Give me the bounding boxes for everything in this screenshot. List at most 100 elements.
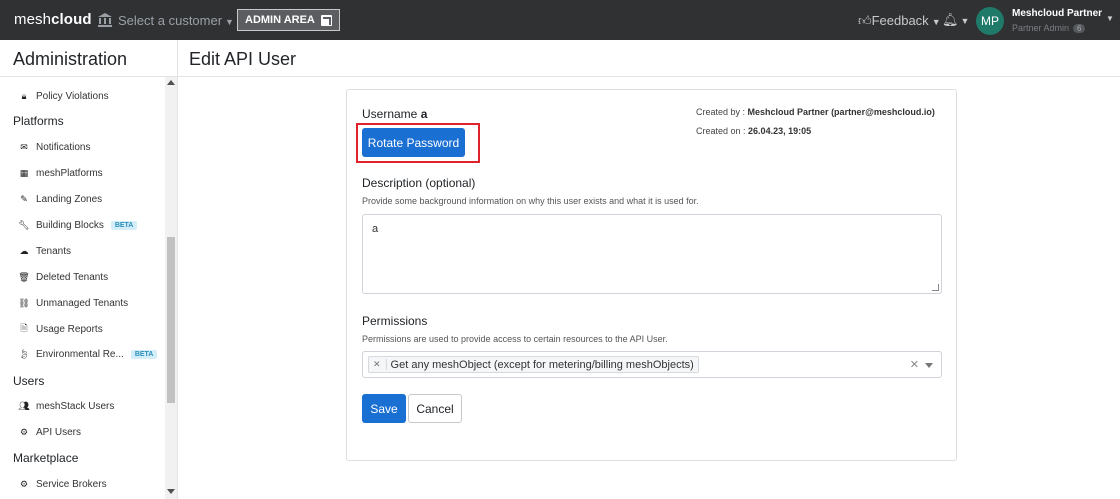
feedback-menu[interactable]: 👍︎Feedback ▼ xyxy=(858,13,941,29)
edit-api-user-card: Username a Created by : Meshcloud Partne… xyxy=(346,89,957,461)
sidebar-item-label: Deleted Tenants xyxy=(36,271,109,283)
sidebar-item-label: Environmental Re... xyxy=(36,348,124,360)
sidebar-item-label: Usage Reports xyxy=(36,323,103,335)
envelope-icon: ✉ xyxy=(20,141,28,152)
clear-icon[interactable]: ✕ xyxy=(910,358,919,371)
created-by: Created by : Meshcloud Partner (partner@… xyxy=(696,107,935,117)
chevron-down-icon: ▼ xyxy=(960,16,970,26)
robot-icon: ⚙ xyxy=(19,426,29,437)
beta-badge: BETA xyxy=(130,349,158,359)
scroll-thumb[interactable] xyxy=(167,237,175,403)
created-on: Created on : 26.04.23, 19:05 xyxy=(696,126,811,136)
grid-icon: ▦ xyxy=(19,167,29,178)
external-link-icon xyxy=(320,14,332,26)
description-value: a xyxy=(372,223,379,235)
resize-handle-icon[interactable] xyxy=(932,284,939,291)
sidebar-item-deleted-tenants[interactable]: 🗑︎ Deleted Tenants xyxy=(18,269,108,285)
chevron-down-icon[interactable]: ▼ xyxy=(1106,14,1114,23)
chevron-down-icon[interactable] xyxy=(925,363,933,368)
created-on-value: 26.04.23, 19:05 xyxy=(748,126,812,136)
chevron-down-icon: ▼ xyxy=(931,17,941,27)
sidebar-item-tenants[interactable]: ☁ Tenants xyxy=(18,243,72,259)
sidebar-item-meshstack-users[interactable]: 👥︎ meshStack Users xyxy=(18,398,114,414)
customer-select-label: Select a customer xyxy=(118,13,223,28)
page-title: Edit API User xyxy=(189,49,297,69)
sidebar-item-building-blocks[interactable]: 🔧︎ Building Blocks BETA xyxy=(18,217,138,233)
chevron-down-icon: ▼ xyxy=(225,17,234,27)
scroll-down-arrow-icon[interactable] xyxy=(167,489,175,494)
sidebar-item-label: Unmanaged Tenants xyxy=(36,297,129,309)
admin-area-label: ADMIN AREA xyxy=(245,14,315,26)
sidebar-scrollbar[interactable] xyxy=(165,77,177,499)
bank-icon xyxy=(98,13,112,27)
bell-icon: 🔔︎ xyxy=(942,12,959,27)
user-name[interactable]: Meshcloud Partner xyxy=(1012,8,1102,19)
sidebar-divider xyxy=(177,40,178,499)
cancel-button[interactable]: Cancel xyxy=(408,394,462,423)
username-field: Username a xyxy=(362,107,427,121)
sidebar-item-environmental-reports[interactable]: 🍃︎ Environmental Re... BETA xyxy=(18,346,158,362)
remove-tag-icon[interactable]: ✕ xyxy=(369,359,387,370)
description-help: Provide some background information on w… xyxy=(362,196,699,206)
sidebar-item-label: Notifications xyxy=(36,141,91,153)
created-on-label: Created on : xyxy=(696,126,746,136)
unlink-icon: ⛓︎ xyxy=(18,297,30,308)
description-label: Description (optional) xyxy=(362,176,476,190)
user-role: Partner Admin 6 xyxy=(1012,23,1086,33)
cogs-icon: ⚙ xyxy=(19,478,29,489)
permissions-select[interactable]: ✕ Get any meshObject (except for metering… xyxy=(362,351,942,378)
sidebar-item-label: API Users xyxy=(36,426,82,438)
sidebar-item-label: Policy Violations xyxy=(36,90,109,102)
sidebar-item-notifications[interactable]: ✉ Notifications xyxy=(18,139,90,155)
lock-icon: 🔒︎ xyxy=(21,90,27,101)
sidebar-item-unmanaged-tenants[interactable]: ⛓︎ Unmanaged Tenants xyxy=(18,295,128,311)
permissions-label: Permissions xyxy=(362,314,428,328)
trash-icon: 🗑︎ xyxy=(18,271,30,282)
rotate-password-button[interactable]: Rotate Password xyxy=(362,128,465,157)
username-value: a xyxy=(420,107,428,121)
sidebar-item-label: Service Brokers xyxy=(36,478,107,490)
sidebar-section-marketplace: Marketplace xyxy=(13,451,79,465)
sidebar-item-label: Tenants xyxy=(36,245,72,257)
beta-badge: BETA xyxy=(110,220,138,230)
sidebar-item-usage-reports[interactable]: 🗎︎ Usage Reports xyxy=(18,321,103,337)
wrench-icon: 🔧︎ xyxy=(18,219,30,230)
user-role-label: Partner Admin xyxy=(1012,23,1070,33)
sidebar-item-label: meshPlatforms xyxy=(36,167,103,179)
permission-tag: ✕ Get any meshObject (except for metering… xyxy=(368,356,699,373)
file-icon: 🗎︎ xyxy=(20,323,28,333)
sidebar-item-service-brokers[interactable]: ⚙ Service Brokers xyxy=(18,476,107,492)
avatar[interactable]: MP xyxy=(976,7,1004,35)
sidebar-item-label: meshStack Users xyxy=(36,400,115,412)
created-by-value: Meshcloud Partner (partner@meshcloud.io) xyxy=(747,107,935,117)
sidebar-item-label: Landing Zones xyxy=(36,193,103,205)
logo-text-light: mesh xyxy=(14,11,52,28)
sidebar: 🔒︎ Policy Violations Platforms ✉ Notificat… xyxy=(0,77,165,499)
thumbs-up-icon: 👍︎ xyxy=(858,13,872,28)
meshcloud-logo[interactable]: meshcloud xyxy=(14,11,92,28)
sidebar-section-users: Users xyxy=(13,374,45,388)
admin-area-button[interactable]: ADMIN AREA xyxy=(237,9,340,31)
notifications-menu[interactable]: 🔔︎ ▼ xyxy=(942,12,969,28)
sidebar-section-platforms: Platforms xyxy=(13,114,64,128)
sidebar-item-label: Building Blocks xyxy=(36,219,104,231)
permission-tag-label: Get any meshObject (except for metering/… xyxy=(390,358,694,371)
cloud-icon: ☁ xyxy=(19,245,29,256)
users-icon: 👥︎ xyxy=(18,400,30,411)
customer-select[interactable]: Select a customer ▼ xyxy=(118,13,234,28)
description-textarea[interactable]: a xyxy=(362,214,942,294)
user-role-badge: 6 xyxy=(1073,24,1086,33)
sidebar-item-meshplatforms[interactable]: ▦ meshPlatforms xyxy=(18,165,103,181)
save-button[interactable]: Save xyxy=(362,394,406,423)
edit-icon: ✎ xyxy=(20,193,28,204)
feedback-label: Feedback xyxy=(871,13,929,28)
logo-text-bold: cloud xyxy=(51,11,92,28)
sidebar-title: Administration xyxy=(13,49,128,69)
sidebar-item-policy-violations[interactable]: 🔒︎ Policy Violations xyxy=(18,88,109,104)
scroll-up-arrow-icon[interactable] xyxy=(167,80,175,85)
sidebar-item-landing-zones[interactable]: ✎ Landing Zones xyxy=(18,191,102,207)
leaf-icon: 🍃︎ xyxy=(18,348,30,359)
sidebar-item-api-users[interactable]: ⚙ API Users xyxy=(18,424,81,440)
created-by-label: Created by : xyxy=(696,107,746,117)
username-label: Username xyxy=(362,107,418,121)
